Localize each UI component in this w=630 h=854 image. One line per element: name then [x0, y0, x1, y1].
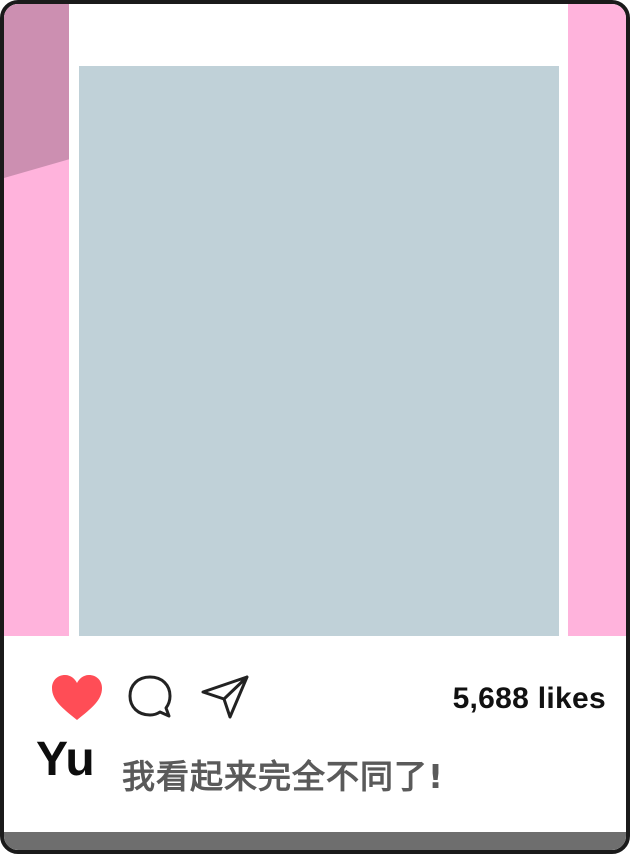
- photo-placeholder[interactable]: [79, 66, 559, 636]
- send-icon[interactable]: [200, 674, 250, 720]
- post-footer: 5,688 likes Yu 我看起来完全不同了!: [4, 636, 626, 836]
- heart-icon[interactable]: [50, 674, 104, 722]
- like-count[interactable]: 5,688 likes: [453, 682, 606, 716]
- post-card: 5,688 likes Yu 我看起来完全不同了!: [0, 0, 630, 854]
- card-shadow: [4, 832, 626, 850]
- username[interactable]: Yu: [36, 736, 95, 784]
- comment-icon[interactable]: [126, 674, 174, 720]
- post-caption: 我看起来完全不同了!: [122, 757, 445, 796]
- post-media[interactable]: [4, 4, 626, 636]
